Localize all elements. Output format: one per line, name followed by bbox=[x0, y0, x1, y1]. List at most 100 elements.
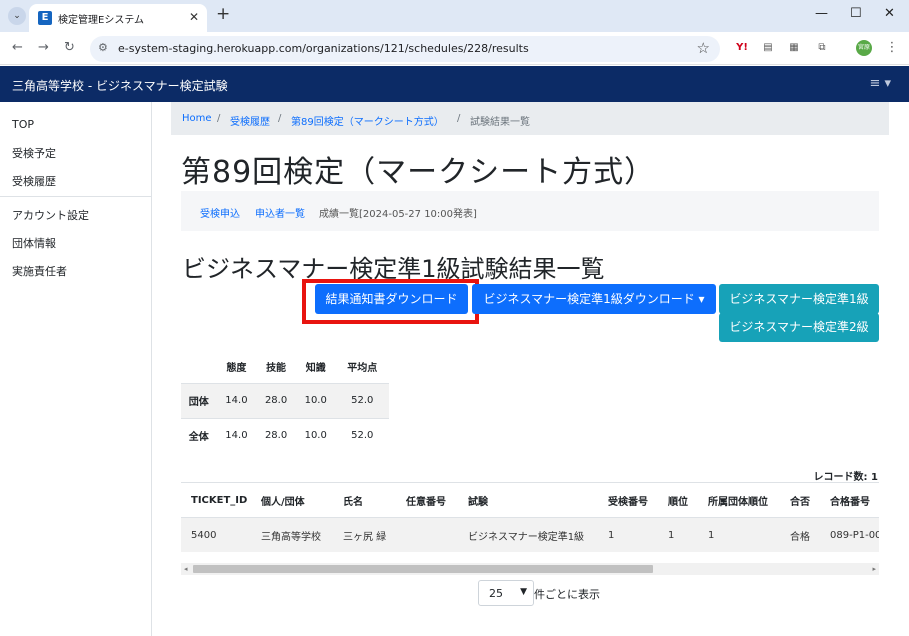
scroll-right-icon[interactable]: ▸ bbox=[872, 563, 876, 575]
sidebar-item-schedule[interactable]: 受検予定 bbox=[12, 145, 56, 161]
subnav-applicants-link[interactable]: 申込者一覧 bbox=[255, 205, 305, 220]
stats-cell: 52.0 bbox=[335, 417, 389, 453]
sidebar-divider bbox=[0, 196, 151, 197]
browser-tabstrip: ⌄ E 検定管理Eシステム ✕ + — ☐ ✕ bbox=[0, 0, 909, 32]
sidebar-item-top[interactable]: TOP bbox=[12, 118, 34, 131]
browser-toolbar: ← → ↻ ⚙ e-system-staging.herokuapp.com/o… bbox=[0, 32, 909, 65]
minimize-icon[interactable]: — bbox=[815, 6, 828, 21]
page-title: 第89回検定（マークシート方式） bbox=[181, 155, 656, 190]
results-cell: 三角高等学校 bbox=[251, 517, 333, 552]
results-header-cell: TICKET_ID bbox=[181, 482, 251, 518]
highlight-annotation-box bbox=[302, 279, 479, 324]
stats-header-cell bbox=[181, 350, 217, 383]
stats-table: 態度 技能 知識 平均点 団体 14.0 28.0 10.0 52.0 全体 1… bbox=[181, 350, 389, 453]
results-header-cell: 個人/団体 bbox=[251, 482, 333, 518]
results-cell: 1 bbox=[598, 517, 658, 552]
horizontal-scrollbar[interactable]: ◂ ▸ bbox=[181, 563, 879, 575]
results-table: TICKET_ID 個人/団体 氏名 任意番号 試験 受検番号 順位 所属団体順… bbox=[181, 482, 879, 552]
stats-row-label: 全体 bbox=[181, 417, 217, 453]
forward-icon[interactable]: → bbox=[38, 40, 49, 55]
results-header-cell: 順位 bbox=[658, 482, 698, 518]
browser-menu-icon[interactable]: ⋮ bbox=[884, 41, 900, 55]
breadcrumb: Home / 受検履歴 / 第89回検定（マークシート方式） / 試験結果一覧 bbox=[171, 102, 889, 135]
results-cell: 1 bbox=[698, 517, 780, 552]
per-page-select[interactable]: 25 ▼ bbox=[478, 580, 534, 606]
stats-cell: 14.0 bbox=[216, 417, 257, 453]
stats-row-group: 団体 14.0 28.0 10.0 52.0 bbox=[181, 382, 389, 418]
stats-cell: 28.0 bbox=[256, 417, 296, 453]
level-semi1-button[interactable]: ビジネスマナー検定準1級 bbox=[719, 284, 879, 314]
site-settings-icon[interactable]: ⚙ bbox=[98, 41, 108, 54]
stats-cell: 14.0 bbox=[216, 382, 257, 418]
stats-header-row: 態度 技能 知識 平均点 bbox=[181, 350, 389, 383]
subnav-apply-link[interactable]: 受検申込 bbox=[200, 205, 240, 220]
breadcrumb-history[interactable]: 受検履歴 bbox=[230, 113, 270, 128]
results-header-cell: 受検番号 bbox=[598, 482, 658, 518]
back-icon[interactable]: ← bbox=[12, 40, 23, 55]
hamburger-menu-icon[interactable]: ≡ ▾ bbox=[869, 76, 891, 91]
profile-avatar[interactable]: 宮原 bbox=[856, 40, 872, 56]
results-header-cell: 氏名 bbox=[333, 482, 396, 518]
tab-title: 検定管理Eシステム bbox=[58, 15, 145, 26]
reload-icon[interactable]: ↻ bbox=[64, 40, 75, 55]
tab-close-icon[interactable]: ✕ bbox=[189, 10, 199, 24]
stats-header-cell: 平均点 bbox=[347, 362, 378, 374]
maximize-icon[interactable]: ☐ bbox=[850, 6, 862, 21]
extension-icon[interactable]: ▦ bbox=[786, 41, 802, 55]
breadcrumb-separator: / bbox=[457, 113, 461, 124]
extensions-puzzle-icon[interactable]: ⧉ bbox=[814, 41, 830, 55]
sidebar: TOP 受検予定 受検履歴 アカウント設定 団体情報 実施責任者 bbox=[0, 102, 152, 636]
sidebar-item-organization[interactable]: 団体情報 bbox=[12, 235, 56, 251]
stats-row-all: 全体 14.0 28.0 10.0 52.0 bbox=[181, 417, 389, 453]
stats-cell: 10.0 bbox=[295, 417, 336, 453]
stats-cell: 10.0 bbox=[295, 382, 336, 418]
bookmark-star-icon[interactable]: ☆ bbox=[697, 39, 710, 57]
address-bar[interactable]: ⚙ e-system-staging.herokuapp.com/organiz… bbox=[90, 36, 720, 62]
reader-icon[interactable]: ▤ bbox=[760, 41, 776, 55]
per-page-label: 件ごとに表示 bbox=[534, 588, 600, 601]
results-cell: 1 bbox=[658, 517, 698, 552]
results-cell: ビジネスマナー検定準1級 bbox=[458, 517, 598, 552]
results-header-cell: 所属団体順位 bbox=[698, 482, 780, 518]
results-cell: 089-P1-0001 bbox=[820, 517, 879, 552]
stats-header-cell: 知識 bbox=[305, 362, 326, 374]
stats-cell: 52.0 bbox=[335, 382, 389, 418]
stats-header-cell: 態度 bbox=[226, 362, 247, 374]
results-cell bbox=[396, 517, 458, 552]
stats-row-label: 団体 bbox=[181, 382, 217, 418]
brand-title[interactable]: 三角高等学校 - ビジネスマナー検定試験 bbox=[12, 77, 228, 94]
favicon-icon: E bbox=[38, 11, 52, 25]
breadcrumb-exam[interactable]: 第89回検定（マークシート方式） bbox=[291, 113, 444, 128]
exam-subnav: 受検申込 申込者一覧 成績一覧[2024-05-27 10:00発表] bbox=[181, 191, 879, 231]
close-window-icon[interactable]: ✕ bbox=[884, 6, 895, 21]
subnav-results-current: 成績一覧[2024-05-27 10:00発表] bbox=[319, 209, 477, 220]
breadcrumb-current: 試験結果一覧 bbox=[470, 117, 530, 128]
app-navbar: 三角高等学校 - ビジネスマナー検定試験 ≡ ▾ bbox=[0, 66, 909, 102]
breadcrumb-home[interactable]: Home bbox=[182, 113, 212, 124]
sidebar-item-history[interactable]: 受検履歴 bbox=[12, 173, 56, 189]
scrollbar-thumb[interactable] bbox=[193, 565, 653, 573]
level-semi2-button[interactable]: ビジネスマナー検定準2級 bbox=[719, 313, 879, 342]
sidebar-item-supervisor[interactable]: 実施責任者 bbox=[12, 263, 67, 279]
scroll-left-icon[interactable]: ◂ bbox=[184, 563, 188, 575]
results-cell: 5400 bbox=[181, 517, 251, 552]
results-table-container: TICKET_ID 個人/団体 氏名 任意番号 試験 受検番号 順位 所属団体順… bbox=[181, 482, 879, 552]
breadcrumb-separator: / bbox=[217, 113, 221, 124]
table-row: 5400 三角高等学校 三ヶ尻 緑 ビジネスマナー検定準1級 1 1 1 合格 … bbox=[181, 517, 879, 552]
results-cell: 合格 bbox=[780, 517, 820, 552]
results-header-cell: 合否 bbox=[780, 482, 820, 518]
browser-tab[interactable]: E 検定管理Eシステム ✕ bbox=[29, 4, 207, 32]
per-page-value: 25 bbox=[489, 587, 503, 600]
tab-search-icon[interactable]: ⌄ bbox=[8, 7, 26, 25]
results-header-cell: 任意番号 bbox=[396, 482, 458, 518]
chevron-down-icon: ▼ bbox=[520, 587, 527, 597]
sidebar-item-account[interactable]: アカウント設定 bbox=[12, 207, 89, 223]
new-tab-icon[interactable]: + bbox=[216, 4, 230, 24]
stats-header-cell: 技能 bbox=[266, 362, 287, 374]
download-dropdown-button[interactable]: ビジネスマナー検定準1級ダウンロード ▾ bbox=[472, 284, 716, 314]
extension-icon[interactable]: Y! bbox=[734, 41, 750, 55]
url-text: e-system-staging.herokuapp.com/organizat… bbox=[118, 42, 529, 55]
results-header-cell: 合格番号 bbox=[820, 482, 879, 518]
record-count: レコード数: 1 bbox=[813, 472, 878, 483]
results-header-row: TICKET_ID 個人/団体 氏名 任意番号 試験 受検番号 順位 所属団体順… bbox=[181, 482, 879, 518]
